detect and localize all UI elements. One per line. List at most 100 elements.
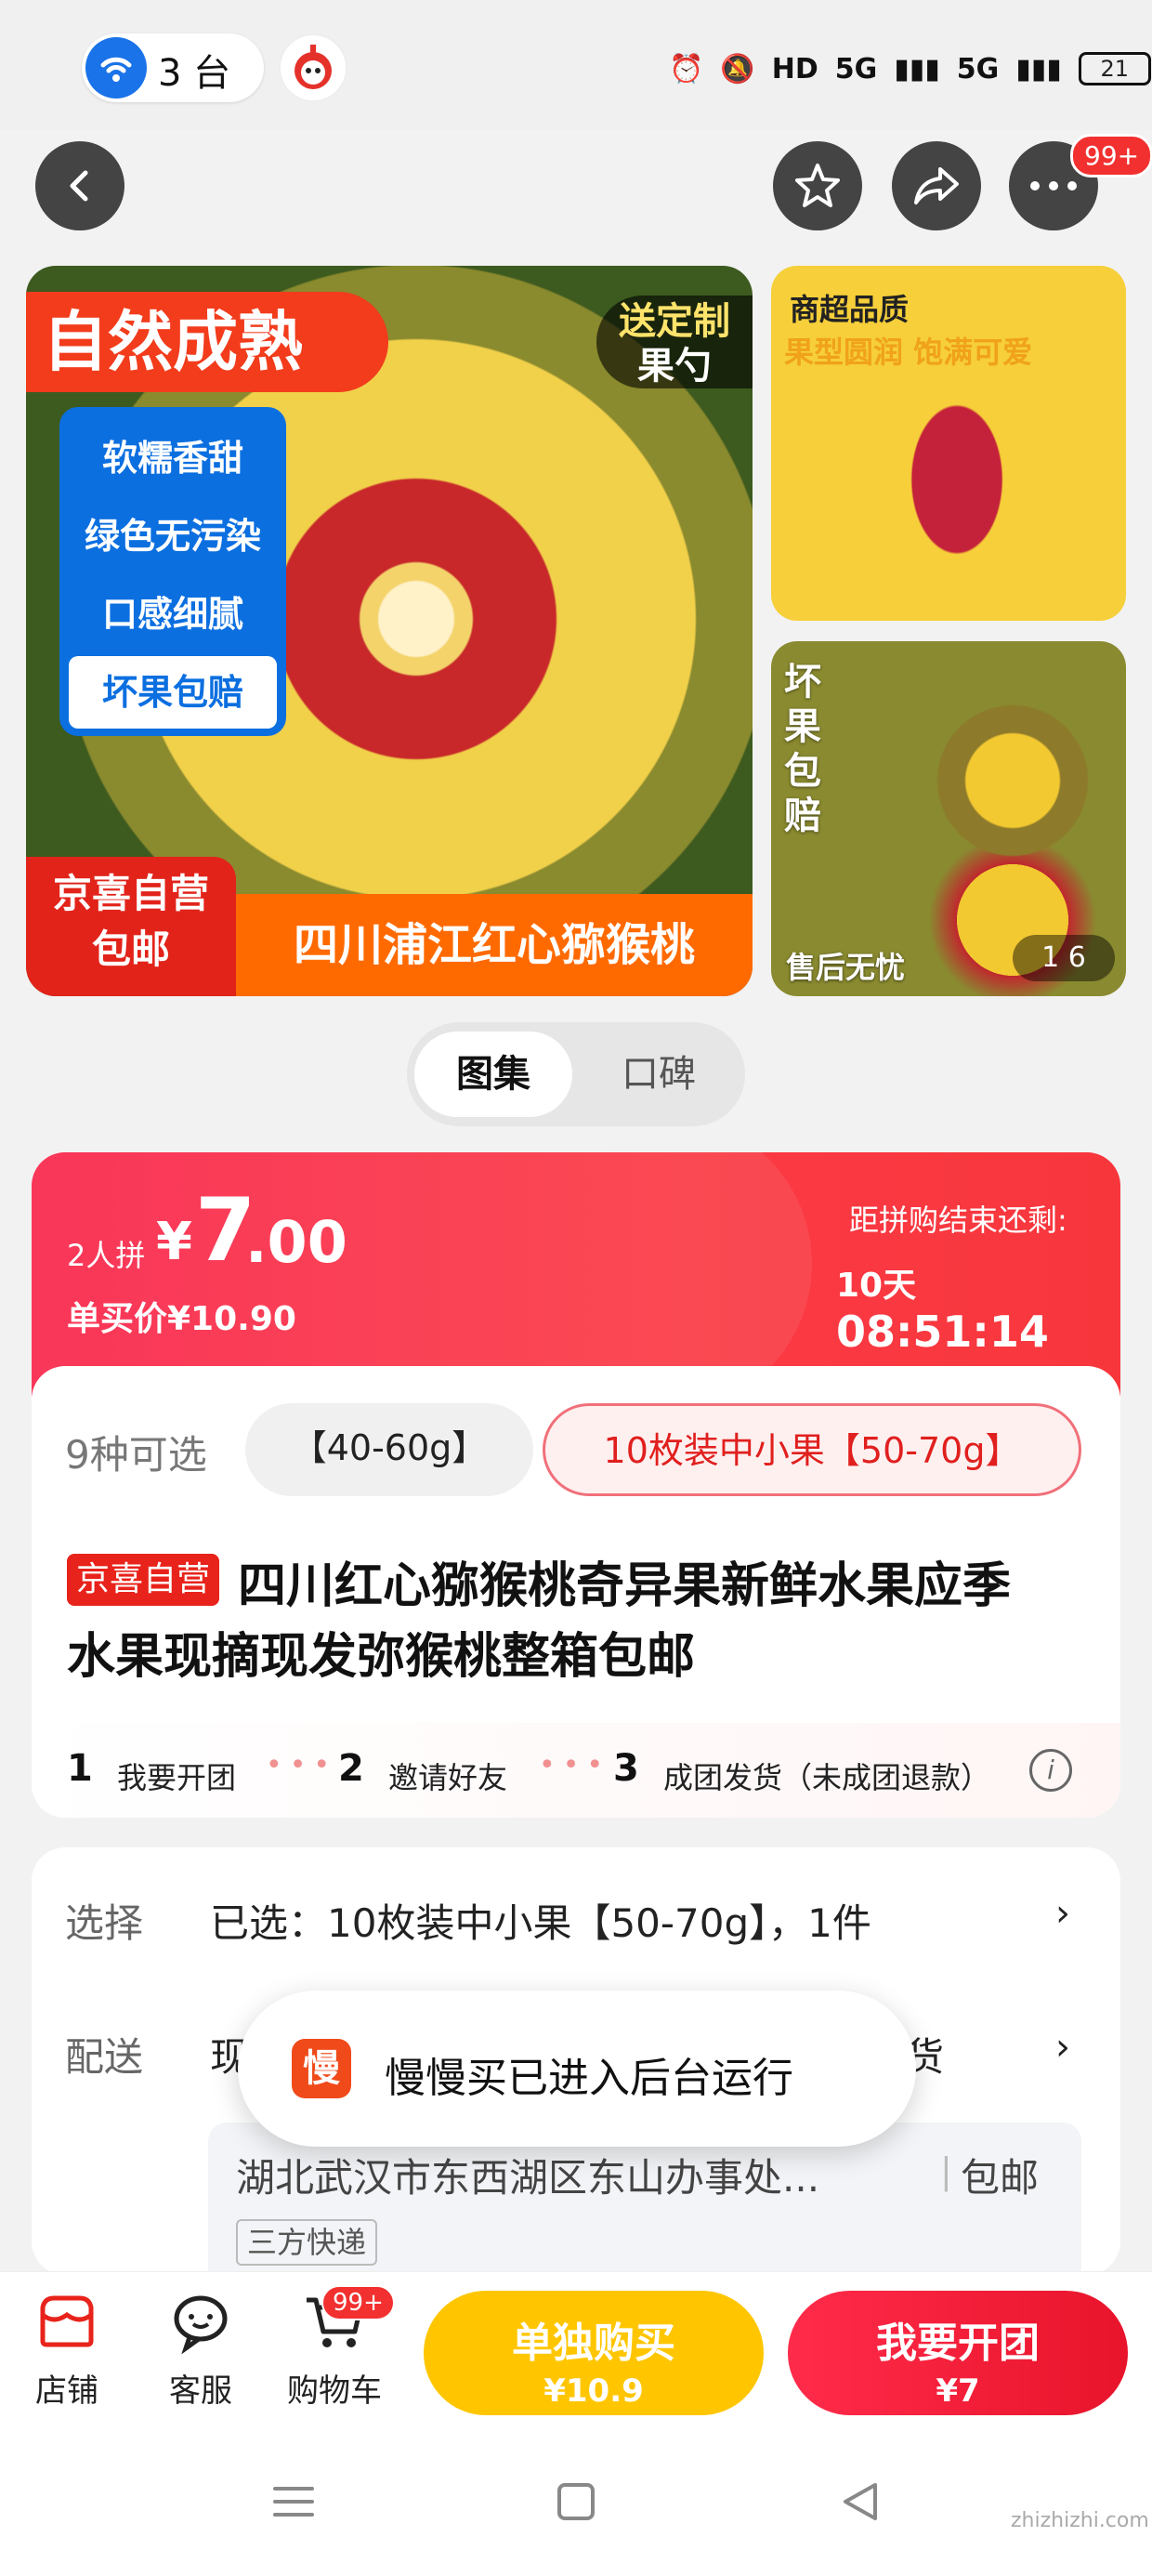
favorite-button[interactable] (773, 141, 862, 230)
countdown-days: 10天 (836, 1267, 917, 1305)
benefit-item: 软糯香甜 (101, 438, 243, 479)
tab-reviews[interactable]: 口碑 (580, 1032, 738, 1117)
self-operated-badge: 京喜自营 (67, 1554, 220, 1606)
step-label: 我要开团 (117, 1760, 237, 1795)
hotspot-count: 3 台 (158, 52, 231, 95)
system-navigation-bar: zhizhizhi.com (0, 2429, 1152, 2576)
single-buy-label: 单独购买 (512, 2320, 675, 2367)
thumb-title: 商超品质 (790, 292, 910, 327)
cart-label: 购物车 (287, 2372, 382, 2410)
menu-icon[interactable] (268, 2476, 320, 2528)
thumb-bottom-text: 售后无忧 (786, 950, 906, 985)
share-button[interactable] (892, 141, 981, 230)
natural-ripe-tag: 自然成熟 (26, 292, 388, 392)
step-number: 1 (67, 1747, 93, 1790)
watermark: zhizhizhi.com (1011, 2509, 1149, 2532)
main-product-image[interactable]: 自然成熟 送定制 果勺 软糯香甜 绿色无污染 口感细腻 坏果包赔 京喜自营 包邮… (26, 266, 753, 996)
price-card: 2人拼 ¥ 7 .00 单买价¥10.90 距拼购结束还剩: 10天08:51:… (32, 1152, 1120, 1818)
step-number: 3 (613, 1747, 639, 1790)
store-icon (40, 2295, 94, 2347)
cart-badge: 99+ (321, 2285, 395, 2320)
signal-2-label: 5G (956, 52, 1000, 85)
gift-line1: 送定制 (619, 300, 730, 343)
app-notification-icon (279, 33, 347, 102)
select-label: 选择 (65, 1900, 144, 1946)
share-icon (914, 167, 959, 204)
tab-gallery[interactable]: 图集 (414, 1032, 572, 1117)
benefit-item: 口感细腻 (101, 594, 243, 635)
chevron-right-icon[interactable]: › (1055, 1892, 1070, 1935)
status-bar: 3 台 ⏰ 🔕 HD 5G ▮▮▮ 5G ▮▮▮ 21 (0, 0, 1152, 130)
customer-service-button[interactable]: 客服 (145, 2272, 256, 2411)
self-line2: 包邮 (91, 927, 170, 972)
self-operated-tag: 京喜自营 包邮 (26, 857, 236, 996)
info-icon[interactable]: i (1029, 1749, 1072, 1792)
group-price-decimal: .00 (245, 1208, 347, 1276)
back-icon (70, 170, 88, 202)
price-band: 2人拼 ¥ 7 .00 单买价¥10.90 距拼购结束还剩: 10天08:51:… (32, 1152, 1120, 1413)
star-icon (795, 164, 840, 207)
variant-count: 9种可选 (65, 1432, 207, 1478)
notification-badge: 99+ (1070, 134, 1152, 177)
bottom-action-bar: 店铺 客服 购物车 99+ 单独购买 ¥10.9 我要开团 ¥7 (0, 2271, 1152, 2429)
express-tag: 三方快递 (236, 2219, 378, 2266)
variant-option-selected[interactable]: 10枚装中小果【50-70g】 (543, 1403, 1081, 1496)
chevron-right-icon[interactable]: › (1055, 2026, 1070, 2069)
step-connector: ••• (266, 1749, 338, 1781)
group-buy-button[interactable]: 我要开团 ¥7 (788, 2291, 1128, 2415)
back-nav-icon[interactable] (834, 2476, 886, 2528)
gallery-thumbnail-2[interactable]: 坏果包赔 售后无忧 1 6 (771, 641, 1126, 996)
countdown-time: 08:51:14 (836, 1307, 1049, 1357)
variant-option[interactable]: 【40-60g】 (245, 1403, 533, 1496)
alarm-icon: ⏰ (669, 52, 704, 85)
service-label: 客服 (169, 2372, 232, 2410)
countdown-label: 距拼购结束还剩: (849, 1203, 1067, 1238)
product-title: 四川红心猕猴桃奇异果新鲜水果应季 (238, 1558, 1012, 1614)
benefit-item: 绿色无污染 (84, 516, 261, 557)
shop-button[interactable]: 店铺 (11, 2272, 123, 2411)
home-icon[interactable] (550, 2476, 602, 2528)
countdown-timer: 10天08:51:14 (836, 1256, 1120, 1357)
single-buy-price: 单买价¥10.90 (67, 1300, 296, 1338)
step-number: 2 (338, 1747, 364, 1790)
signal-bars-icon: ▮▮▮ (1015, 52, 1062, 85)
gift-line2: 果勺 (637, 345, 712, 388)
thumb-subtitle: 果型圆润 饱满可爱 (784, 335, 1033, 370)
image-counter: 1 6 (1013, 935, 1115, 981)
group-buy-price: ¥7 (936, 2372, 980, 2410)
self-line1: 京喜自营 (52, 871, 209, 916)
gallery-tabs: 图集 口碑 (407, 1022, 745, 1126)
divider: | (940, 2150, 952, 2191)
product-title: 水果现摘现发弥猴桃整箱包邮 (67, 1629, 696, 1685)
thumb-vertical-text: 坏果包赔 (784, 661, 821, 837)
hd-label: HD (771, 52, 818, 85)
chat-icon (174, 2295, 228, 2355)
background-toast: 慢 慢慢买已进入后台运行 (238, 1991, 916, 2147)
single-buy-price: ¥10.9 (543, 2372, 644, 2410)
benefit-item: 坏果包赔 (69, 656, 277, 729)
shop-label: 店铺 (35, 2372, 98, 2410)
hotspot-icon (85, 37, 147, 99)
selected-variant[interactable]: 已选：10枚装中小果【50-70g】，1件 (210, 1892, 871, 1949)
status-icons: ⏰ 🔕 HD 5G ▮▮▮ 5G ▮▮▮ 21 (669, 43, 1152, 95)
group-size-label: 2人拼 (67, 1238, 146, 1273)
single-buy-button[interactable]: 单独购买 ¥10.9 (424, 2291, 764, 2415)
gift-spoon-tag: 送定制 果勺 (596, 296, 753, 388)
toast-message: 慢慢买已进入后台运行 (385, 2055, 793, 2102)
step-label: 邀请好友 (388, 1760, 508, 1795)
benefit-list: 软糯香甜 绿色无污染 口感细腻 坏果包赔 (59, 407, 286, 736)
signal-bars-icon: ▮▮▮ (894, 52, 940, 85)
product-gallery: 自然成熟 送定制 果勺 软糯香甜 绿色无污染 口感细腻 坏果包赔 京喜自营 包邮… (26, 266, 1126, 996)
delivery-address[interactable]: 湖北武汉市东西湖区东山办事处... (236, 2147, 819, 2203)
free-shipping-label: 包邮 (961, 2155, 1040, 2201)
product-origin-tag: 四川浦江红心猕猴桃 (236, 894, 753, 996)
step-label: 成团发货（未成团退款） (663, 1760, 991, 1795)
gallery-thumbnail-1[interactable]: 商超品质 果型圆润 饱满可爱 (771, 266, 1126, 621)
step-connector: ••• (539, 1749, 611, 1781)
mute-icon: 🔕 (720, 52, 755, 85)
back-button[interactable] (35, 141, 124, 230)
group-buy-label: 我要开团 (876, 2320, 1040, 2367)
signal-1-label: 5G (834, 52, 878, 85)
delivery-label: 配送 (65, 2034, 144, 2080)
app-icon: 慢 (292, 2039, 351, 2098)
